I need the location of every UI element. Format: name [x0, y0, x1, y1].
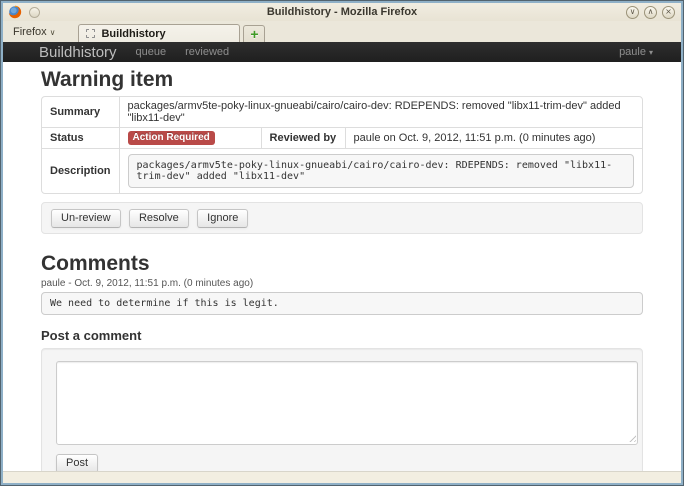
caret-down-icon: ▾ — [649, 48, 653, 57]
post-button[interactable]: Post — [56, 454, 98, 471]
user-menu[interactable]: paule ▾ — [619, 46, 653, 58]
page-title: Warning item — [41, 68, 643, 92]
new-tab-button[interactable]: + — [243, 25, 265, 42]
nav-link-reviewed[interactable]: reviewed — [185, 46, 229, 58]
firefox-logo-icon — [8, 5, 22, 19]
post-comment-heading: Post a comment — [41, 328, 643, 343]
maximize-icon[interactable]: ∧ — [644, 6, 657, 19]
titlebar[interactable]: Buildhistory - Mozilla Firefox ∨ ∧ × — [3, 3, 681, 21]
site-navbar: Buildhistory queue reviewed paule ▾ — [3, 42, 681, 62]
close-icon[interactable]: × — [662, 6, 675, 19]
window-title: Buildhistory - Mozilla Firefox — [3, 6, 681, 18]
window-frame: Buildhistory - Mozilla Firefox ∨ ∧ × Fir… — [0, 0, 684, 486]
window-menu-button[interactable] — [29, 7, 40, 18]
status-badge: Action Required — [128, 131, 215, 145]
tab-buildhistory[interactable]: Buildhistory — [78, 24, 240, 42]
browser-bottom-edge — [3, 471, 681, 483]
description-cell: packages/armv5te-poky-linux-gnueabi/cair… — [119, 148, 642, 193]
minimize-icon[interactable]: ∨ — [626, 6, 639, 19]
app-menu-label: Firefox — [13, 26, 47, 38]
action-buttons-bar: Un-review Resolve Ignore — [41, 202, 643, 234]
chevron-down-icon: ∨ — [50, 28, 56, 37]
window-controls: ∨ ∧ × — [626, 6, 675, 19]
status-cell: Action Required — [119, 127, 261, 148]
tab-bar: Firefox ∨ Buildhistory + — [3, 21, 681, 42]
comments-heading: Comments — [41, 252, 643, 276]
warning-details-table: Summary packages/armv5te-poky-linux-gnue… — [41, 96, 643, 194]
table-row-description: Description packages/armv5te-poky-linux-… — [42, 148, 642, 193]
comment-meta: paule - Oct. 9, 2012, 11:51 p.m. (0 minu… — [41, 278, 643, 289]
plus-icon: + — [250, 27, 258, 41]
user-menu-label: paule — [619, 46, 646, 58]
resolve-button[interactable]: Resolve — [129, 209, 189, 228]
summary-label: Summary — [42, 97, 119, 127]
status-label: Status — [42, 127, 119, 148]
reviewed-by-label: Reviewed by — [261, 127, 345, 148]
navbar-brand[interactable]: Buildhistory — [39, 44, 117, 61]
firefox-app-menu-button[interactable]: Firefox ∨ — [13, 26, 55, 38]
firefox-window: Buildhistory - Mozilla Firefox ∨ ∧ × Fir… — [3, 3, 681, 483]
table-row-status: Status Action Required Reviewed by paule… — [42, 127, 642, 148]
description-label: Description — [42, 148, 119, 193]
nav-link-queue[interactable]: queue — [136, 46, 167, 58]
comment-textarea[interactable] — [56, 361, 638, 445]
un-review-button[interactable]: Un-review — [51, 209, 121, 228]
ignore-button[interactable]: Ignore — [197, 209, 248, 228]
summary-value: packages/armv5te-poky-linux-gnueabi/cair… — [119, 97, 642, 127]
post-button-row: Post — [56, 453, 630, 471]
favicon-placeholder-icon — [86, 29, 95, 38]
post-comment-well: Post — [41, 348, 643, 471]
comment-textarea-wrap — [56, 361, 638, 445]
page-content: Warning item Summary packages/armv5te-po… — [3, 62, 681, 471]
description-value: packages/armv5te-poky-linux-gnueabi/cair… — [128, 154, 634, 188]
table-row-summary: Summary packages/armv5te-poky-linux-gnue… — [42, 97, 642, 127]
reviewed-by-value: paule on Oct. 9, 2012, 11:51 p.m. (0 min… — [345, 127, 642, 148]
tab-label: Buildhistory — [101, 28, 165, 40]
comment-text: We need to determine if this is legit. — [41, 292, 643, 315]
